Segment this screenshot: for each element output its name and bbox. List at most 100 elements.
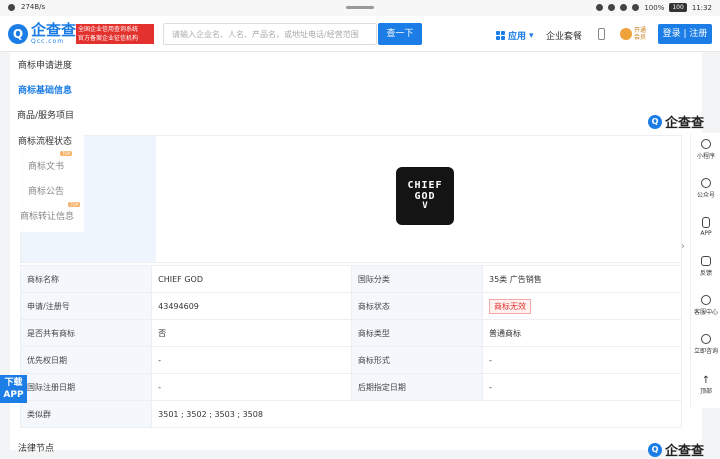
- site-header: Q 企查查 Qcc.com 全国企业信用查询系统 官方备案企业征信机构 请输入企…: [0, 16, 720, 52]
- battery-percent: 100%: [644, 3, 665, 12]
- label-trademark-type: 商标类型: [350, 319, 483, 347]
- right-toolbar: 小程序 公众号 APP 反馈 客服中心 立即咨询 ↑ 顶部: [690, 133, 720, 408]
- mute-icon: [632, 4, 640, 11]
- nav-apply-progress[interactable]: 商标申请进度: [18, 58, 98, 71]
- label-trademark-form: 商标形式: [350, 346, 483, 374]
- mini-program-label: 小程序: [696, 153, 715, 160]
- chevron-down-icon: ▾: [529, 30, 534, 41]
- grid-icon: [496, 31, 505, 40]
- value-intl-class[interactable]: 35类 广告销售: [481, 265, 683, 293]
- service-center-label: 客服中心: [693, 309, 718, 316]
- trademark-info-table: 商标名称 CHIEF GOD 国际分类 35类 广告销售 申请/注册号 4349…: [19, 265, 683, 428]
- label-intl-reg-date: 国际注册日期: [19, 373, 153, 401]
- consult-button[interactable]: 立即咨询: [691, 334, 720, 355]
- arrow-up-icon: ↑: [701, 375, 711, 386]
- table-row: 优先权日期 - 商标形式 -: [19, 346, 683, 374]
- vip-line1: 开通: [634, 27, 647, 34]
- label-trademark-status: 商标状态: [350, 292, 483, 320]
- label-shared: 是否共有商标: [19, 319, 153, 347]
- clock: 11:32: [691, 3, 712, 12]
- logo-icon: Q: [648, 114, 662, 129]
- watermark-text: 企查查: [665, 116, 705, 131]
- system-status-bar: 274B/s 100% 100 11:32: [0, 0, 720, 16]
- label-later-designation: 后期指定日期: [350, 373, 483, 401]
- table-row: 国际注册日期 - 后期指定日期 -: [19, 373, 683, 401]
- app-button[interactable]: APP: [691, 217, 720, 237]
- headset-icon: [701, 295, 711, 305]
- qcc-watermark-logo: Q 企查查: [648, 112, 704, 131]
- trademark-image-text1: CHIEF: [407, 180, 443, 191]
- top-tag: TOP: [68, 202, 81, 207]
- feedback-label: 反馈: [699, 270, 712, 277]
- trademark-image[interactable]: CHIEF GOD V: [396, 167, 454, 225]
- label-reg-number: 申请/注册号: [19, 292, 153, 320]
- enterprise-package-link[interactable]: 企业套餐: [546, 29, 582, 42]
- drag-handle[interactable]: [346, 6, 374, 9]
- top-tag: TOP: [60, 151, 73, 156]
- table-row: 商标名称 CHIEF GOD 国际分类 35类 广告销售: [19, 265, 683, 293]
- chat-icon: [701, 334, 711, 344]
- logo-icon: Q: [8, 24, 28, 44]
- nav-transfer-info[interactable]: 商标转让信息: [20, 209, 100, 222]
- crown-icon: [620, 28, 632, 40]
- back-to-top-button[interactable]: ↑ 顶部: [691, 375, 720, 396]
- consult-label: 立即咨询: [693, 348, 718, 355]
- label-priority-date: 优先权日期: [19, 346, 153, 374]
- mobile-icon[interactable]: [598, 28, 605, 40]
- eye-icon: [596, 4, 604, 11]
- trademark-image-mark: V: [422, 201, 428, 211]
- table-row: 是否共有商标 否 商标类型 普通商标: [19, 319, 683, 347]
- status-badge: 商标无效: [488, 298, 531, 314]
- logo-en: Qcc.com: [31, 38, 65, 45]
- value-shared: 否: [151, 319, 352, 347]
- search-input[interactable]: 请输入企业名、人名、产品名，或地址电话/经营范围: [163, 23, 377, 45]
- battery-icon: 100: [669, 3, 687, 12]
- credit-badge: 全国企业信用查询系统 官方备案企业征信机构: [76, 24, 154, 44]
- trademark-image-panel: [20, 135, 682, 263]
- table-row: 申请/注册号 43494609 商标状态 商标无效: [19, 292, 683, 320]
- bluetooth-icon: [620, 4, 628, 11]
- phone-icon: [702, 217, 710, 228]
- nav-announcements[interactable]: 商标公告: [28, 184, 108, 197]
- search-button[interactable]: 查一下: [378, 23, 422, 45]
- section-nav: 商标申请进度 商标基础信息 商品/服务项目 商标流程状态 商标文书 TOP 商标…: [10, 52, 84, 232]
- label-intl-class: 国际分类: [350, 265, 483, 293]
- network-speed: 274B/s: [21, 3, 46, 11]
- download-app-line1: 下载: [4, 378, 23, 388]
- chevron-right-icon[interactable]: ›: [681, 241, 685, 252]
- label-similar-group: 类似群: [19, 400, 153, 428]
- feedback-button[interactable]: 反馈: [691, 256, 720, 277]
- site-logo[interactable]: Q 企查查 Qcc.com: [8, 23, 76, 45]
- apps-label: 应用: [508, 32, 527, 42]
- value-similar-group: 3501 ; 3502 ; 3503 ; 3508: [151, 400, 682, 428]
- vip-line2: 会员: [634, 34, 647, 41]
- value-trademark-status: 商标无效: [481, 292, 683, 320]
- login-register-button[interactable]: 登录 | 注册: [658, 24, 712, 44]
- credit-badge-line2: 官方备案企业征信机构: [78, 35, 139, 42]
- back-to-top-label: 顶部: [699, 388, 712, 395]
- nav-flow-status[interactable]: 商标流程状态: [18, 134, 98, 147]
- nav-basic-info[interactable]: 商标基础信息: [18, 83, 98, 96]
- wifi-icon: [8, 3, 15, 11]
- official-account-icon: [701, 178, 711, 188]
- official-account-button[interactable]: 公众号: [691, 178, 720, 199]
- label-trademark-name: 商标名称: [19, 265, 153, 293]
- value-trademark-name: CHIEF GOD: [151, 265, 352, 293]
- feedback-icon: [701, 256, 711, 266]
- official-account-label: 公众号: [696, 192, 715, 199]
- service-center-button[interactable]: 客服中心: [691, 295, 720, 316]
- mini-program-button[interactable]: 小程序: [691, 139, 720, 160]
- table-row: 类似群 3501 ; 3502 ; 3503 ; 3508: [19, 400, 682, 428]
- value-later-designation: -: [481, 373, 683, 401]
- value-reg-number: 43494609: [151, 292, 352, 320]
- download-app-line2: APP: [3, 390, 24, 400]
- logo-cn: 企查查: [31, 21, 77, 39]
- nav-documents[interactable]: 商标文书: [28, 159, 108, 172]
- download-app-button[interactable]: 下载 APP: [0, 375, 27, 403]
- apps-menu[interactable]: 应用 ▾: [496, 29, 534, 42]
- credit-badge-line1: 全国企业信用查询系统: [78, 26, 139, 33]
- value-trademark-type: 普通商标: [481, 319, 683, 347]
- value-priority-date: -: [151, 346, 352, 374]
- vip-button[interactable]: 开通 会员: [620, 26, 652, 42]
- nav-goods-services[interactable]: 商品/服务项目: [17, 108, 97, 121]
